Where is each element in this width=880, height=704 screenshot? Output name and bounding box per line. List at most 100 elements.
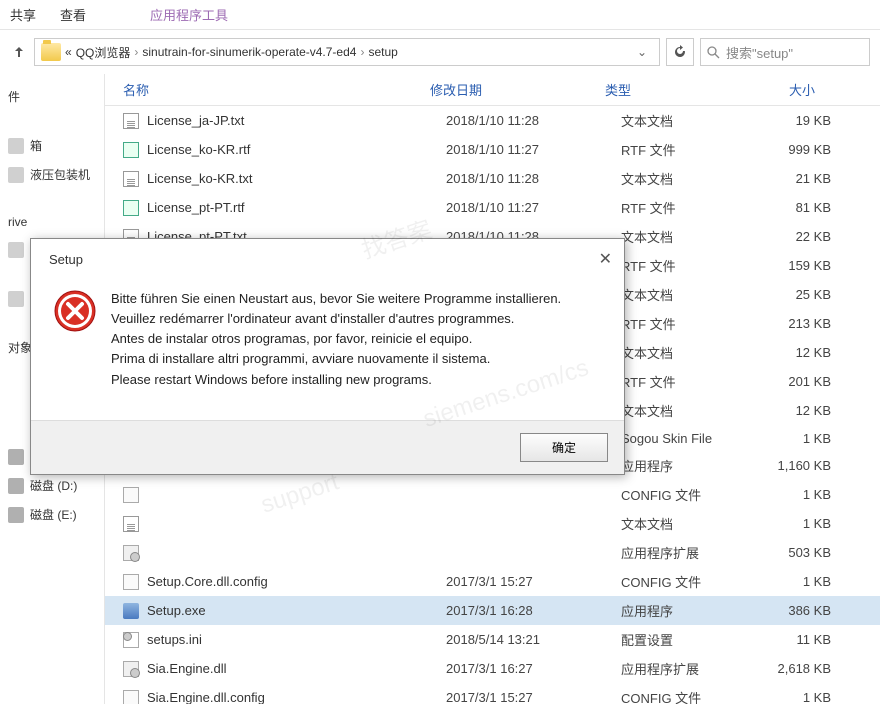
table-row[interactable]: License_ja-JP.txt2018/1/10 11:28文本文档19 K… bbox=[105, 106, 880, 135]
file-icon bbox=[123, 113, 139, 129]
table-row[interactable]: License_pt-PT.rtf2018/1/10 11:27RTF 文件81… bbox=[105, 193, 880, 222]
sidebar-item[interactable]: rive bbox=[0, 209, 104, 235]
generic-icon bbox=[8, 242, 24, 258]
dialog-message: Bitte führen Sie einen Neustart aus, bev… bbox=[111, 289, 561, 390]
col-size[interactable]: 大小 bbox=[735, 80, 835, 99]
generic-icon bbox=[8, 138, 24, 154]
file-type: RTF 文件 bbox=[621, 372, 751, 391]
toolbar-app-tools[interactable]: 应用程序工具 bbox=[150, 5, 228, 24]
toolbar-view[interactable]: 查看 bbox=[60, 5, 86, 24]
search-icon bbox=[707, 46, 720, 59]
table-row[interactable]: CONFIG 文件1 KB bbox=[105, 480, 880, 509]
chevron-down-icon[interactable]: ⌄ bbox=[631, 45, 653, 59]
file-type: 文本文档 bbox=[621, 227, 751, 246]
file-icon bbox=[123, 603, 139, 619]
file-type: 配置设置 bbox=[621, 630, 751, 649]
file-size: 81 KB bbox=[751, 200, 851, 215]
file-date: 2018/1/10 11:27 bbox=[446, 142, 621, 157]
file-date: 2017/3/1 16:28 bbox=[446, 603, 621, 618]
file-type: 文本文档 bbox=[621, 111, 751, 130]
file-type: 文本文档 bbox=[621, 285, 751, 304]
file-type: Sogou Skin File bbox=[621, 431, 751, 446]
file-icon bbox=[123, 545, 139, 561]
file-size: 503 KB bbox=[751, 545, 851, 560]
col-name[interactable]: 名称 bbox=[105, 80, 430, 99]
ok-button[interactable]: 确定 bbox=[520, 433, 608, 462]
table-row[interactable]: 应用程序扩展503 KB bbox=[105, 538, 880, 567]
drive-icon bbox=[8, 507, 24, 523]
file-date: 2017/3/1 15:27 bbox=[446, 574, 621, 589]
file-icon bbox=[123, 200, 139, 216]
breadcrumb-prefix: « bbox=[65, 45, 72, 59]
file-size: 213 KB bbox=[751, 316, 851, 331]
sidebar-item[interactable]: 件 bbox=[0, 82, 104, 111]
table-row[interactable]: Sia.Engine.dll.config2017/3/1 15:27CONFI… bbox=[105, 683, 880, 704]
file-name: License_ja-JP.txt bbox=[147, 113, 446, 128]
file-icon bbox=[123, 487, 139, 503]
file-date: 2017/3/1 15:27 bbox=[446, 690, 621, 704]
file-size: 1,160 KB bbox=[751, 458, 851, 473]
breadcrumb-segment[interactable]: setup bbox=[368, 45, 397, 59]
generic-icon bbox=[8, 167, 24, 183]
search-placeholder: 搜索"setup" bbox=[726, 43, 793, 62]
file-type: RTF 文件 bbox=[621, 198, 751, 217]
close-icon[interactable]: ✕ bbox=[599, 249, 612, 269]
file-date: 2018/1/10 11:27 bbox=[446, 200, 621, 215]
breadcrumb-segment[interactable]: sinutrain-for-sinumerik-operate-v4.7-ed4 bbox=[142, 45, 356, 59]
table-row[interactable]: Setup.exe2017/3/1 16:28应用程序386 KB bbox=[105, 596, 880, 625]
file-size: 159 KB bbox=[751, 258, 851, 273]
nav-up-icon[interactable] bbox=[10, 43, 28, 61]
sidebar-item[interactable]: 箱 bbox=[0, 131, 104, 160]
table-row[interactable]: Sia.Engine.dll2017/3/1 16:27应用程序扩展2,618 … bbox=[105, 654, 880, 683]
file-name: Setup.Core.dll.config bbox=[147, 574, 446, 589]
file-size: 12 KB bbox=[751, 345, 851, 360]
file-type: 应用程序扩展 bbox=[621, 659, 751, 678]
file-size: 2,618 KB bbox=[751, 661, 851, 676]
file-date: 2018/1/10 11:28 bbox=[446, 113, 621, 128]
file-type: RTF 文件 bbox=[621, 256, 751, 275]
file-icon bbox=[123, 574, 139, 590]
file-type: 文本文档 bbox=[621, 169, 751, 188]
setup-dialog: Setup ✕ Bitte führen Sie einen Neustart … bbox=[30, 238, 625, 475]
sidebar-drive[interactable]: 磁盘 (E:) bbox=[0, 500, 104, 529]
file-name: License_ko-KR.txt bbox=[147, 171, 446, 186]
file-size: 22 KB bbox=[751, 229, 851, 244]
file-size: 21 KB bbox=[751, 171, 851, 186]
file-type: RTF 文件 bbox=[621, 314, 751, 333]
file-size: 19 KB bbox=[751, 113, 851, 128]
file-size: 1 KB bbox=[751, 574, 851, 589]
dialog-title: Setup bbox=[49, 252, 83, 267]
file-name: Sia.Engine.dll bbox=[147, 661, 446, 676]
toolbar-share[interactable]: 共享 bbox=[10, 5, 36, 24]
breadcrumb-segment[interactable]: QQ浏览器 bbox=[76, 44, 131, 61]
drive-icon bbox=[8, 478, 24, 494]
table-row[interactable]: Setup.Core.dll.config2017/3/1 15:27CONFI… bbox=[105, 567, 880, 596]
file-size: 12 KB bbox=[751, 403, 851, 418]
file-size: 1 KB bbox=[751, 516, 851, 531]
file-date: 2018/1/10 11:28 bbox=[446, 171, 621, 186]
file-type: 应用程序 bbox=[621, 601, 751, 620]
table-row[interactable]: setups.ini2018/5/14 13:21配置设置11 KB bbox=[105, 625, 880, 654]
table-row[interactable]: License_ko-KR.rtf2018/1/10 11:27RTF 文件99… bbox=[105, 135, 880, 164]
top-toolbar: 共享 查看 应用程序工具 bbox=[0, 0, 880, 30]
table-row[interactable]: 文本文档1 KB bbox=[105, 509, 880, 538]
file-size: 1 KB bbox=[751, 431, 851, 446]
file-type: RTF 文件 bbox=[621, 140, 751, 159]
col-date[interactable]: 修改日期 bbox=[430, 80, 605, 99]
file-name: Setup.exe bbox=[147, 603, 446, 618]
col-type[interactable]: 类型 bbox=[605, 80, 735, 99]
refresh-button[interactable] bbox=[666, 38, 694, 66]
file-type: CONFIG 文件 bbox=[621, 688, 751, 704]
file-type: 应用程序扩展 bbox=[621, 543, 751, 562]
search-input[interactable]: 搜索"setup" bbox=[700, 38, 870, 66]
table-row[interactable]: License_ko-KR.txt2018/1/10 11:28文本文档21 K… bbox=[105, 164, 880, 193]
file-type: 应用程序 bbox=[621, 456, 751, 475]
file-size: 386 KB bbox=[751, 603, 851, 618]
file-type: 文本文档 bbox=[621, 401, 751, 420]
breadcrumb[interactable]: « QQ浏览器 › sinutrain-for-sinumerik-operat… bbox=[34, 38, 660, 66]
file-icon bbox=[123, 632, 139, 648]
chevron-right-icon: › bbox=[360, 45, 364, 59]
sidebar-item[interactable]: 液压包装机 bbox=[0, 160, 104, 189]
file-date: 2017/3/1 16:27 bbox=[446, 661, 621, 676]
sidebar-drive[interactable]: 磁盘 (D:) bbox=[0, 471, 104, 500]
